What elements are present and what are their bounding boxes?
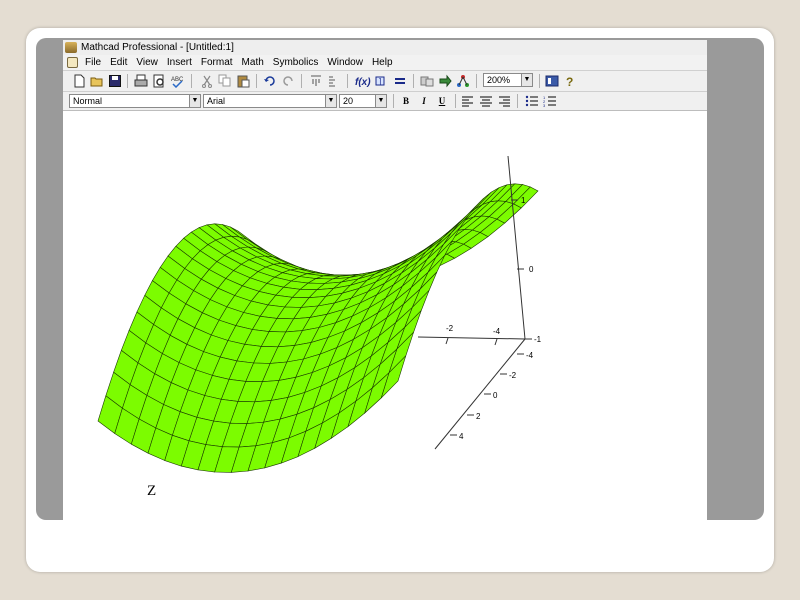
menu-window[interactable]: Window	[326, 57, 364, 68]
align-center-icon[interactable]	[479, 94, 493, 108]
expression-label-z[interactable]: Z	[147, 483, 156, 500]
menu-edit[interactable]: Edit	[109, 57, 128, 68]
toolbar-separator	[413, 74, 414, 88]
insert-component-icon[interactable]	[420, 74, 434, 88]
paste-icon[interactable]	[236, 74, 250, 88]
chevron-down-icon[interactable]: ▼	[375, 95, 386, 107]
worksheet-area[interactable]: 1 0 -1 -2 -4 -4 -2 0 2 4 Z	[63, 111, 707, 520]
chevron-down-icon[interactable]: ▼	[189, 95, 200, 107]
new-document-icon[interactable]	[72, 74, 86, 88]
font-value: Arial	[207, 96, 226, 106]
chevron-down-icon[interactable]: ▼	[521, 74, 532, 86]
copy-icon[interactable]	[218, 74, 232, 88]
toolbar-separator	[191, 74, 192, 88]
menu-help[interactable]: Help	[371, 57, 394, 68]
y-tick-2: 2	[476, 412, 481, 421]
menu-symbolics[interactable]: Symbolics	[272, 57, 320, 68]
standard-toolbar: ABC f(x)] 200% ▼ ?	[63, 71, 707, 92]
svg-text:f(x): f(x)	[355, 77, 371, 88]
menu-view[interactable]: View	[135, 57, 159, 68]
resources-book-icon[interactable]	[545, 74, 559, 88]
formatting-toolbar: Normal ▼ Arial ▼ 20 ▼ B I U 123	[63, 92, 707, 111]
chevron-down-icon[interactable]: ▼	[325, 95, 336, 107]
toolbar-separator	[127, 74, 128, 88]
document-icon[interactable]	[67, 57, 78, 68]
font-size-select[interactable]: 20 ▼	[339, 94, 387, 108]
y-tick-4: 4	[459, 432, 464, 441]
undo-icon[interactable]	[263, 74, 277, 88]
underline-button[interactable]: U	[435, 95, 449, 107]
toolbar-separator	[347, 74, 348, 88]
numbered-list-icon[interactable]: 123	[543, 94, 557, 108]
style-value: Normal	[73, 96, 103, 106]
cut-icon[interactable]	[200, 74, 214, 88]
y-axis-line	[434, 338, 526, 450]
z-tick-0: 0	[529, 265, 534, 274]
x-tick-minus2: -2	[446, 324, 454, 333]
toolbar-separator	[256, 74, 257, 88]
network-icon[interactable]	[456, 74, 470, 88]
y-tick-0: 0	[493, 391, 498, 400]
bold-button[interactable]: B	[399, 95, 413, 107]
print-icon[interactable]	[134, 74, 148, 88]
menu-math[interactable]: Math	[241, 57, 265, 68]
toolbar-separator	[539, 74, 540, 88]
insert-function-icon[interactable]: f(x)	[355, 74, 371, 88]
font-size-value: 20	[343, 96, 354, 106]
z-tick-1: 1	[521, 196, 526, 205]
calculate-icon[interactable]	[393, 74, 407, 88]
resource-center-icon[interactable]	[438, 74, 452, 88]
svg-text:ABC: ABC	[171, 77, 184, 83]
y-tick-minus2: -2	[509, 371, 517, 380]
style-select[interactable]: Normal ▼	[69, 94, 201, 108]
menu-bar: File Edit View Insert Format Math Symbolics Win…	[63, 55, 707, 71]
title-bar: Mathcad Professional - [Untitled:1]	[63, 40, 707, 55]
open-folder-icon[interactable]	[90, 74, 104, 88]
zoom-select[interactable]: 200% ▼	[483, 73, 533, 87]
font-select[interactable]: Arial ▼	[203, 94, 337, 108]
toolbar-separator	[301, 74, 302, 88]
toolbar-separator	[476, 74, 477, 88]
toolbar-separator	[517, 94, 518, 108]
spell-check-icon[interactable]: ABC	[170, 74, 184, 88]
mathcad-window: Mathcad Professional - [Untitled:1] File…	[63, 40, 707, 520]
insert-unit-icon[interactable]: ]	[375, 74, 389, 88]
x-tick-mark	[494, 338, 498, 346]
toolbar-separator	[455, 94, 456, 108]
italic-button[interactable]: I	[417, 95, 431, 107]
print-preview-icon[interactable]	[152, 74, 166, 88]
saddle-surface	[97, 183, 539, 473]
menu-insert[interactable]: Insert	[166, 57, 193, 68]
mathcad-app-icon[interactable]	[65, 42, 77, 53]
svg-text:?: ?	[566, 75, 573, 88]
plot-axes: 1 0 -1 -2 -4 -4 -2 0 2 4	[417, 155, 542, 450]
redo-icon[interactable]	[281, 74, 295, 88]
save-icon[interactable]	[108, 74, 122, 88]
menu-format[interactable]: Format	[200, 57, 234, 68]
bullet-list-icon[interactable]	[525, 94, 539, 108]
x-tick-minus4: -4	[493, 327, 501, 336]
surface-plot-3d[interactable]: 1 0 -1 -2 -4 -4 -2 0 2 4	[63, 111, 707, 520]
svg-text:3: 3	[543, 103, 546, 108]
toolbar-separator	[393, 94, 394, 108]
align-top-icon[interactable]	[309, 74, 323, 88]
align-left-icon[interactable]	[461, 94, 475, 108]
x-axis-line	[417, 336, 526, 340]
align-right-icon[interactable]	[497, 94, 511, 108]
help-icon[interactable]: ?	[563, 74, 577, 88]
svg-text:]: ]	[379, 77, 381, 86]
align-down-icon[interactable]	[327, 74, 341, 88]
window-title: Mathcad Professional - [Untitled:1]	[81, 42, 234, 53]
x-tick-mark	[445, 337, 449, 345]
zoom-value: 200%	[487, 75, 511, 85]
z-tick-minus1: -1	[534, 335, 542, 344]
y-tick-minus4: -4	[526, 351, 534, 360]
menu-file[interactable]: File	[84, 57, 102, 68]
z-axis-line	[507, 155, 526, 340]
